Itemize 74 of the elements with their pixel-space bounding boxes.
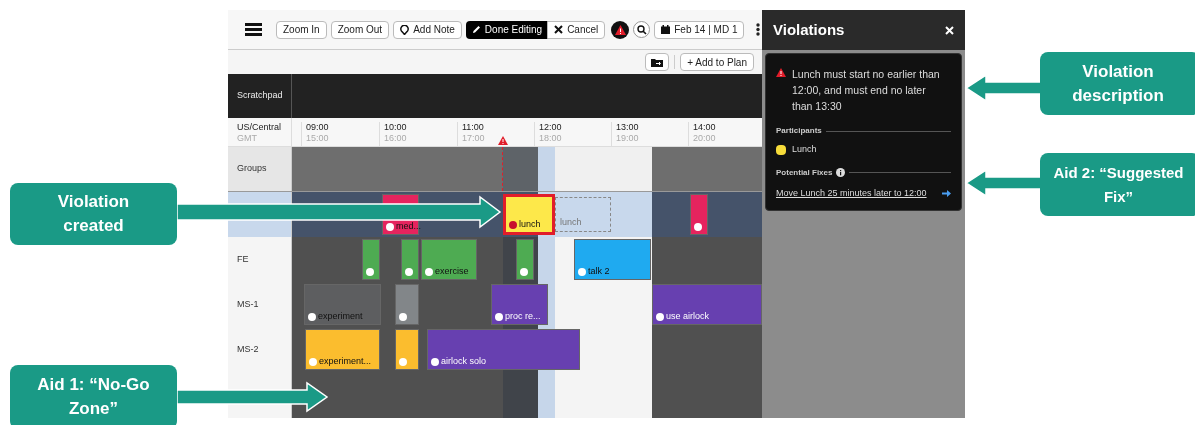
activity-block[interactable] xyxy=(516,239,534,280)
activity-block[interactable]: lunch xyxy=(503,194,555,235)
note-pin-icon xyxy=(400,24,410,35)
activity-block[interactable]: talk 2 xyxy=(574,239,651,280)
activity-block[interactable]: exercise xyxy=(421,239,477,280)
hour-label: 19:00 xyxy=(616,133,639,144)
menu-icon[interactable] xyxy=(245,23,262,36)
hour-label: 15:00 xyxy=(306,133,329,144)
activity-block[interactable] xyxy=(395,284,419,325)
hour-label: 20:00 xyxy=(693,133,716,144)
date-button[interactable]: Feb 14 | MD 1 xyxy=(654,20,745,39)
search-icon xyxy=(636,24,647,35)
row-label: FE xyxy=(237,252,249,266)
activity-label: airlock solo xyxy=(441,356,487,366)
activity-label: talk 2 xyxy=(588,266,610,276)
hour-label: 16:00 xyxy=(384,133,407,144)
calendar-icon xyxy=(661,25,671,34)
info-icon[interactable] xyxy=(836,168,846,177)
callout-box: Violation created xyxy=(10,183,177,245)
section-heading: Participants xyxy=(776,125,822,137)
add-note-button[interactable]: Add Note xyxy=(393,20,462,39)
activity-label: experiment xyxy=(318,311,363,321)
pencil-icon xyxy=(471,25,481,34)
activity-block[interactable]: experiment... xyxy=(305,329,380,370)
hour-label: 09:00 xyxy=(306,122,329,133)
more-options-icon[interactable] xyxy=(756,23,761,36)
warning-icon xyxy=(776,68,786,77)
hour-label: 17:00 xyxy=(462,133,485,144)
hour-label: 14:00 xyxy=(693,122,716,133)
toolbar-button[interactable]: Zoom Out xyxy=(330,20,390,39)
activity-block[interactable]: use airlock xyxy=(652,284,762,325)
panel-title: Violations xyxy=(773,19,845,40)
close-icon xyxy=(554,25,564,34)
folder-arrow-icon xyxy=(651,57,664,67)
activity-label: lunch xyxy=(519,219,541,229)
row-label: MS-1 xyxy=(237,297,259,311)
row-label: Groups xyxy=(237,162,267,176)
warning-icon xyxy=(614,24,626,35)
timezone-label: US/Central xyxy=(237,122,282,133)
activity-block[interactable]: proc re... xyxy=(491,284,548,325)
section-heading: Potential Fixes xyxy=(776,166,833,179)
activity-block[interactable]: airlock solo xyxy=(427,329,580,370)
done-editing-button[interactable]: Done Editing xyxy=(465,20,549,39)
activity-label: lunch xyxy=(560,215,582,229)
add-to-plan-button[interactable]: + Add to Plan xyxy=(680,53,754,71)
hour-label: 13:00 xyxy=(616,122,639,133)
callout-text: Violation description xyxy=(1071,60,1165,107)
hour-label: 11:00 xyxy=(462,122,485,133)
activity-block[interactable] xyxy=(395,329,419,370)
arrow-right-icon[interactable] xyxy=(942,189,951,197)
activity-block[interactable] xyxy=(690,194,708,235)
hour-label: 18:00 xyxy=(539,133,562,144)
violation-marker-line xyxy=(502,147,503,191)
timezone-label: GMT xyxy=(237,133,258,144)
search-button[interactable] xyxy=(633,21,651,38)
close-icon[interactable] xyxy=(945,25,954,35)
cancel-button[interactable]: Cancel xyxy=(547,20,606,39)
activity-block[interactable] xyxy=(401,239,419,280)
activity-label: exercise xyxy=(435,266,469,276)
activity-label: use airlock xyxy=(666,311,710,321)
callout-box: Aid 1: “No-Go Zone” xyxy=(10,365,177,425)
activity-block[interactable] xyxy=(362,239,380,280)
activity-label: experiment... xyxy=(319,356,372,366)
callout-text: Aid 2: “Suggested Fix” xyxy=(1052,162,1185,207)
suggested-fix-link[interactable]: Move Lunch 25 minutes later to 12:00 xyxy=(776,186,927,200)
row-label: MS-2 xyxy=(237,342,259,356)
hour-label: 10:00 xyxy=(384,122,407,133)
activity-label: proc re... xyxy=(505,311,541,321)
toolbar-button[interactable]: Zoom In xyxy=(276,20,327,39)
warning-button[interactable] xyxy=(611,20,630,39)
participant-label: Lunch xyxy=(792,143,817,156)
export-button[interactable] xyxy=(645,53,670,71)
violation-message: Lunch must start no earlier than 12:00, and must end no later than 13:30 xyxy=(792,67,941,114)
hour-label: 12:00 xyxy=(539,122,562,133)
